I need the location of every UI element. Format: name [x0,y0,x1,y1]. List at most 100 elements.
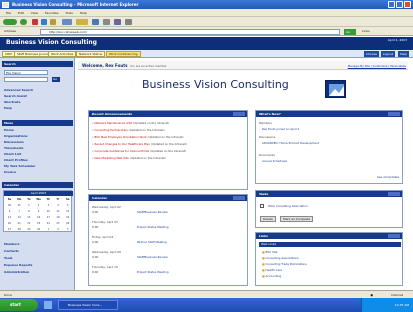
close-button[interactable] [404,1,411,8]
panel-controls-icon[interactable] [388,192,400,196]
search-go-button[interactable]: Go [52,77,60,82]
panel-controls-icon[interactable] [388,112,400,116]
help-button[interactable]: Help [398,51,409,57]
links-label[interactable]: Links [362,29,370,33]
print-button[interactable] [125,19,132,25]
announcement-link[interactable]: Network Maintenance 4/10 [95,121,133,125]
sidebar-item-administration[interactable]: Administration [4,270,29,274]
calendar-day[interactable]: 25 [54,221,63,226]
calendar-day[interactable]: 10 [44,209,53,214]
calendar-day[interactable]: 11 [54,209,63,214]
search-input[interactable] [4,77,48,82]
calendar-day[interactable]: 30 [34,227,43,232]
tab-work-conferencing[interactable]: Work Conferencing [106,51,141,57]
calendar-day[interactable]: 1 [44,227,53,232]
event-title[interactable]: Project Status Meeting [137,225,169,229]
calendar-day[interactable]: 23 [34,221,43,226]
sidebar-item-members[interactable]: Members [4,242,20,246]
menu-edit[interactable]: Edit [18,11,24,15]
tab-crm[interactable]: CRM [2,51,15,57]
calendar-day[interactable]: 12 [63,209,72,214]
link-label[interactable]: BVC Site [266,250,278,254]
calendar-day[interactable]: 21 [15,221,24,226]
event-title[interactable]: Staff/Business Review [137,255,168,259]
mail-button[interactable] [114,19,121,25]
see-all-updates-link[interactable]: See all Updates [377,175,399,179]
calendar-day[interactable]: 4 [54,203,63,208]
choose-button[interactable]: Choose [363,51,379,57]
calendar-day[interactable]: 27 [5,227,14,232]
media-button[interactable] [92,19,99,25]
sidebar-item-discussions[interactable]: Discussions [4,140,24,144]
whats-new-item[interactable]: Rex Fouts joined on April 4 [262,127,299,131]
calendar-day[interactable]: 2 [34,203,43,208]
calendar-day[interactable]: 20 [5,221,14,226]
go-button[interactable]: Go [344,28,356,35]
quick-launch-ie-icon[interactable] [44,301,52,309]
address-input[interactable]: http://bvc.ratnaweb.com/ [40,28,340,35]
sidebar-item-task-scheduler[interactable]: My Task Scheduler [4,164,35,168]
event-title[interactable]: Partner Staff Meeting [137,240,167,244]
tab-network-status[interactable]: Network Status [76,51,106,57]
link-label[interactable]: Consulting Associations [266,256,299,260]
calendar-day[interactable]: 7 [15,209,24,214]
task-checkbox[interactable] [260,204,264,208]
search-button[interactable] [62,19,72,25]
menu-tools[interactable]: Tools [65,11,72,15]
calendar-day[interactable]: 29 [24,227,33,232]
sidebar-link-advanced-search[interactable]: Advanced Search [4,88,33,92]
link-label[interactable]: Consulting Trade Publications [266,262,307,266]
taskbar-window-item[interactable]: Business Vision Cons... [58,300,118,310]
sidebar-item-invoice[interactable]: Invoice [4,170,16,174]
calendar-day[interactable]: 8 [24,209,33,214]
calendar-day[interactable]: 5 [63,203,72,208]
sidebar-link-help[interactable]: Help [4,106,12,110]
logout-button[interactable]: Logout [380,51,395,57]
sidebar-item-home[interactable]: Home [4,128,14,132]
link-label[interactable]: Health Care [266,268,283,272]
calendar-day[interactable]: 3 [63,227,72,232]
stop-button[interactable] [32,19,38,25]
calendar-day[interactable]: 9 [34,209,43,214]
sidebar-item-client-profiles[interactable]: Client Profiles [4,158,28,162]
sidebar-item-organizations[interactable]: Organizations [4,134,28,138]
forward-button[interactable] [20,19,27,25]
calendar-day[interactable]: 22 [24,221,33,226]
event-title[interactable]: Project Status Meeting [137,270,169,274]
mark-complete-button[interactable]: Mark as Complete [280,216,314,222]
link-label[interactable]: Accounting [266,274,282,278]
calendar-day[interactable]: 2 [54,227,63,232]
minimize-button[interactable] [388,1,395,8]
calendar-day[interactable]: 19 [63,215,72,220]
sidebar-item-expense-reports[interactable]: Expense Reports [4,263,32,267]
sidebar-item-contacts[interactable]: Contacts [4,249,19,253]
history-button[interactable] [103,19,110,25]
delete-task-button[interactable]: Delete [260,216,276,222]
calendar-day[interactable]: 18 [54,215,63,220]
calendar-day[interactable]: 15 [24,215,33,220]
tab-work-activities[interactable]: Work Activities [48,51,77,57]
menu-file[interactable]: File [6,11,11,15]
panel-controls-icon[interactable] [233,196,245,200]
sidebar-link-search-assist[interactable]: Search Assist [4,94,27,98]
calendar-day[interactable]: 16 [34,215,43,220]
search-scope-select[interactable]: File Vision [4,70,48,75]
announcement-link[interactable]: Recent Changes to Our Healthcare Plan [95,142,150,146]
announcement-link[interactable]: Corporate Guidelines for Internal Email [95,149,150,153]
calendar-day[interactable]: 13 [5,215,14,220]
calendar-day[interactable]: 1 [24,203,33,208]
whats-new-item[interactable]: ADVANCED: Home Product Development [262,141,319,145]
calendar-day[interactable]: 30 [5,203,14,208]
sidebar-item-timesheets[interactable]: Timesheets [4,146,23,150]
panel-controls-icon[interactable] [233,112,245,116]
sidebar-item-client-list[interactable]: Client List [4,152,21,156]
menu-view[interactable]: View [31,11,38,15]
calendar-day[interactable]: 26 [63,221,72,226]
calendar-day[interactable]: 17 [44,215,53,220]
calendar-day[interactable]: 31 [15,203,24,208]
announcement-link[interactable]: BVC New Employee Orientation Work [95,135,147,139]
task-item[interactable]: Work Consulting Association [268,204,308,208]
maximize-button[interactable] [396,1,403,8]
whats-new-item[interactable]: Annual Schedules [262,159,287,163]
calendar-day[interactable]: 3 [44,203,53,208]
